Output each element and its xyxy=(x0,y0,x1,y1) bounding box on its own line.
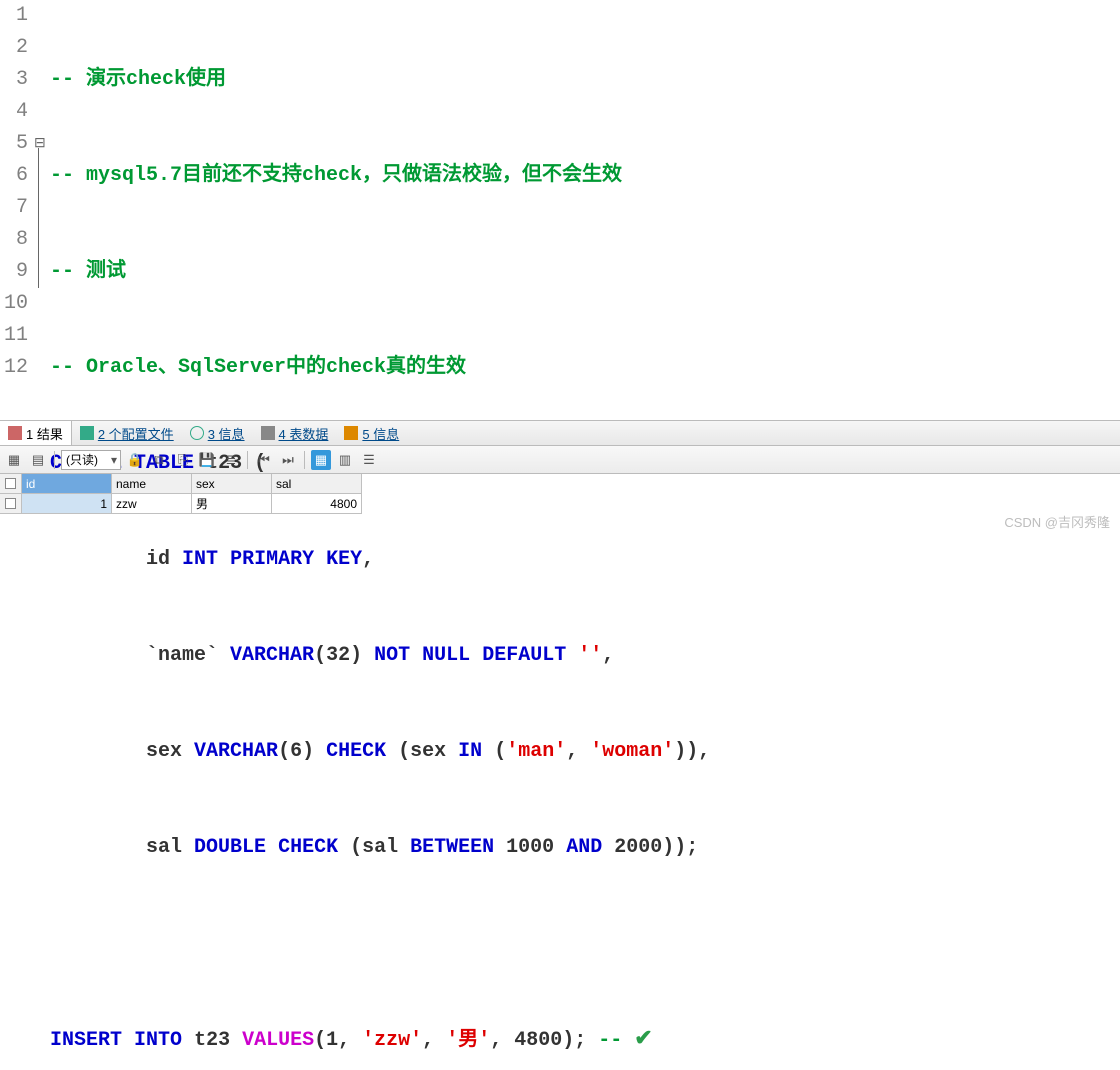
save-button[interactable]: 💾 xyxy=(197,450,217,470)
info2-icon xyxy=(344,426,358,440)
info-icon xyxy=(190,426,204,440)
grid-icon xyxy=(8,426,22,440)
lock-icon[interactable]: 🔒 xyxy=(125,450,145,470)
tab-result[interactable]: 1 结果 xyxy=(0,421,72,445)
text-view-button[interactable]: ☰ xyxy=(359,450,379,470)
cell-sal[interactable]: 4800 xyxy=(272,494,362,514)
filter-button[interactable]: ≣ xyxy=(221,450,241,470)
delete-row-button[interactable]: ▤ xyxy=(28,450,48,470)
watermark: CSDN @吉冈秀隆 xyxy=(1004,512,1110,531)
tab-info2[interactable]: 5 信息 xyxy=(336,421,407,445)
comment: -- Oracle、SqlServer中的check真的生效 xyxy=(50,356,466,379)
readonly-select[interactable]: (只读) xyxy=(61,450,121,470)
grid-view-button[interactable]: ▦ xyxy=(311,450,331,470)
code-area[interactable]: -- 演示check使用 -- mysql5.7目前还不支持check，只做语法… xyxy=(50,0,1120,420)
column-header-sal[interactable]: sal xyxy=(272,474,362,494)
cell-id[interactable]: 1 xyxy=(22,494,112,514)
first-button[interactable]: ⏮ xyxy=(254,450,274,470)
fold-collapse-icon[interactable]: ⊟ xyxy=(34,134,46,151)
add-row-button[interactable]: ▦ xyxy=(4,450,24,470)
fold-gutter: ⊟ xyxy=(34,0,50,420)
tab-profiles[interactable]: 2 个配置文件 xyxy=(72,421,182,445)
comment: -- 演示check使用 xyxy=(50,68,226,91)
column-header-id[interactable]: id xyxy=(22,474,112,494)
row-checkbox[interactable] xyxy=(0,494,22,514)
tab-tabledata[interactable]: 4 表数据 xyxy=(253,421,337,445)
cell-name[interactable]: zzw xyxy=(112,494,192,514)
select-all-checkbox[interactable] xyxy=(0,474,22,494)
profile-icon xyxy=(80,426,94,440)
copy-button[interactable]: ⧉ xyxy=(149,450,169,470)
code-editor[interactable]: 123456 789101112 ⊟ -- 演示check使用 -- mysql… xyxy=(0,0,1120,420)
cell-sex[interactable]: 男 xyxy=(192,494,272,514)
comment: -- 测试 xyxy=(50,260,126,283)
table-icon xyxy=(261,426,275,440)
form-view-button[interactable]: ▥ xyxy=(335,450,355,470)
comment: -- mysql5.7目前还不支持check，只做语法校验，但不会生效 xyxy=(50,164,622,187)
tab-info1[interactable]: 3 信息 xyxy=(182,421,253,445)
column-header-sex[interactable]: sex xyxy=(192,474,272,494)
line-number-gutter: 123456 789101112 xyxy=(0,0,34,420)
check-icon: ✔ xyxy=(634,1027,652,1052)
export-button[interactable]: ⎘ xyxy=(173,450,193,470)
column-header-name[interactable]: name xyxy=(112,474,192,494)
last-button[interactable]: ⏭ xyxy=(278,450,298,470)
